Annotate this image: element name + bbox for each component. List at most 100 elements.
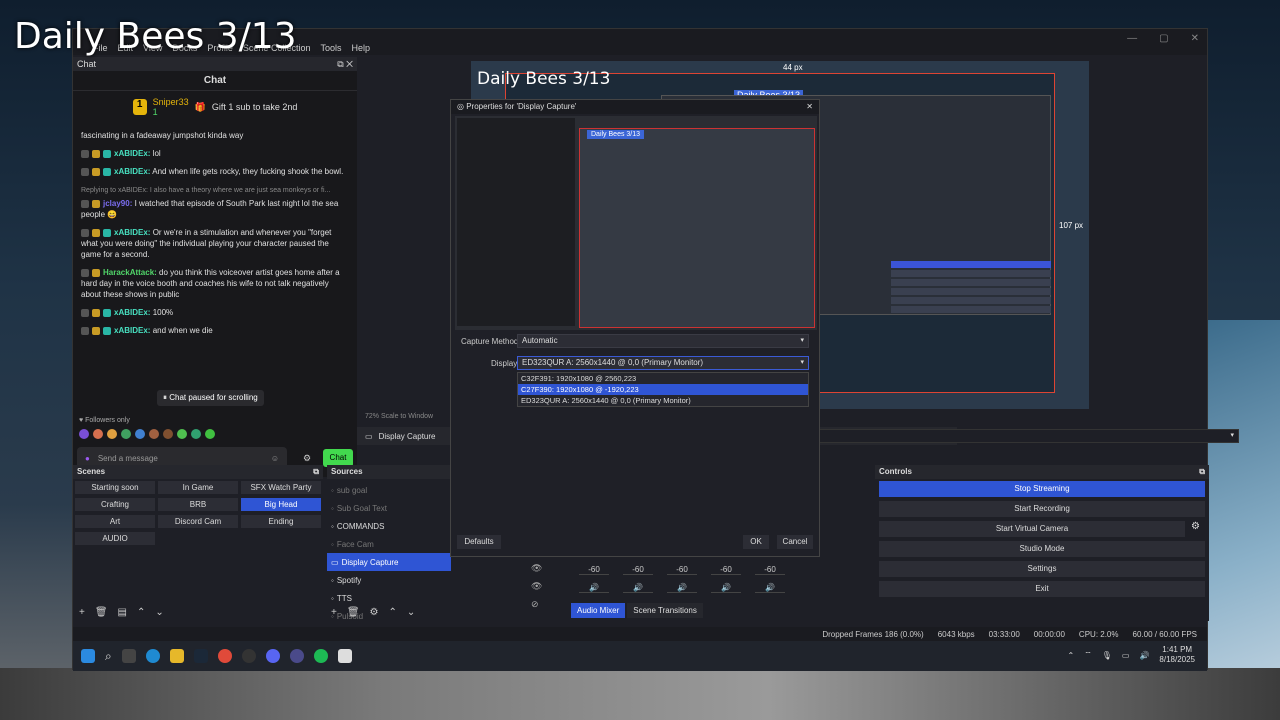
add-icon[interactable]: + xyxy=(79,607,85,618)
search-icon[interactable]: ⌕ xyxy=(105,649,112,664)
start-recording-button[interactable]: Start Recording xyxy=(879,501,1205,517)
float-icon[interactable]: ⧉ xyxy=(313,467,319,477)
source-sub-goal[interactable]: ◦ sub goal xyxy=(327,481,451,499)
source-display-capture[interactable]: ▭ Display Capture xyxy=(327,553,451,571)
minimize-icon[interactable]: — xyxy=(1127,33,1137,44)
menu-tools[interactable]: Tools xyxy=(320,43,341,53)
source-commands[interactable]: ◦ COMMANDS xyxy=(327,517,451,535)
ok-button[interactable]: OK xyxy=(743,535,769,549)
chat-settings-icon[interactable]: ⚙ xyxy=(303,453,311,464)
display-option-selected[interactable]: C27F390: 1920x1080 @ -1920,223 xyxy=(518,384,808,395)
emoji-icon[interactable]: ☺ xyxy=(271,454,279,463)
display-option[interactable]: C32F391: 1920x1080 @ 2560,223 xyxy=(518,373,808,384)
chevron-up-icon[interactable]: ⌃ xyxy=(1067,651,1074,660)
display-select[interactable]: ED323QUR A: 2560x1440 @ 0,0 (Primary Mon… xyxy=(517,356,809,370)
scene-crafting[interactable]: Crafting xyxy=(75,498,155,511)
task-view-icon[interactable] xyxy=(121,649,136,663)
chat-username[interactable]: xABIDEx: xyxy=(114,149,150,158)
speaker-icon[interactable]: 🔊 xyxy=(711,583,741,593)
preview-scale[interactable]: 72% Scale to Window xyxy=(365,413,433,420)
network-icon[interactable]: ⌔ xyxy=(1084,650,1092,660)
emote-icon[interactable] xyxy=(191,429,201,439)
source-face-cam[interactable]: ◦ Face Cam xyxy=(327,535,451,553)
virtual-camera-gear-icon[interactable]: ⚙ xyxy=(1191,521,1200,532)
scene-art[interactable]: Art xyxy=(75,515,155,528)
mic-icon[interactable]: ● xyxy=(85,454,90,463)
scene-starting-soon[interactable]: Starting soon xyxy=(75,481,155,494)
volume-icon[interactable]: 🔊 xyxy=(1139,651,1149,660)
defaults-button[interactable]: Defaults xyxy=(457,535,501,549)
add-icon[interactable]: + xyxy=(331,607,337,618)
scene-discord-cam[interactable]: Discord Cam xyxy=(158,515,238,528)
scene-in-game[interactable]: In Game xyxy=(158,481,238,494)
eye-icon[interactable]: 👁 xyxy=(531,559,542,577)
pinned-leaderboard[interactable]: 1 Sniper33 1 🎁 Gift 1 sub to take 2nd xyxy=(73,91,357,123)
studio-mode-button[interactable]: Studio Mode xyxy=(879,541,1205,557)
emote-icon[interactable] xyxy=(163,429,173,439)
chat-username[interactable]: xABIDEx: xyxy=(114,326,150,335)
scene-audio[interactable]: AUDIO xyxy=(75,532,155,545)
scene-sfx-watch-party[interactable]: SFX Watch Party xyxy=(241,481,321,494)
app-icon[interactable] xyxy=(289,649,304,663)
speaker-icon[interactable]: 🔊 xyxy=(755,583,785,593)
float-icon[interactable]: ⧉ xyxy=(337,59,343,69)
discord-icon[interactable] xyxy=(265,649,280,663)
exit-button[interactable]: Exit xyxy=(879,581,1205,597)
speaker-icon[interactable]: 🔊 xyxy=(667,583,697,593)
chat-username[interactable]: jclay90: xyxy=(103,199,132,208)
pinned-text[interactable]: Gift 1 sub to take 2nd xyxy=(212,102,298,112)
emote-icon[interactable] xyxy=(79,429,89,439)
tab-scene-transitions[interactable]: Scene Transitions xyxy=(627,603,703,618)
source-sub-goal-text[interactable]: ◦ Sub Goal Text xyxy=(327,499,451,517)
settings-button[interactable]: Settings xyxy=(879,561,1205,577)
scene-brb[interactable]: BRB xyxy=(158,498,238,511)
move-down-icon[interactable]: ⌄ xyxy=(155,607,163,618)
emote-icon[interactable] xyxy=(149,429,159,439)
chat-username[interactable]: xABIDEx: xyxy=(114,167,150,176)
maximize-icon[interactable]: ▢ xyxy=(1159,33,1168,44)
start-icon[interactable] xyxy=(81,649,95,663)
scene-big-head[interactable]: Big Head xyxy=(241,498,321,511)
chat-username[interactable]: xABIDEx: xyxy=(114,228,150,237)
edge-icon[interactable] xyxy=(145,649,160,663)
file-explorer-icon[interactable] xyxy=(169,649,184,663)
menu-help[interactable]: Help xyxy=(351,43,370,53)
float-icon[interactable]: ⧉ xyxy=(1199,467,1205,477)
eye-off-icon[interactable]: ⊘ xyxy=(531,595,542,613)
emote-icon[interactable] xyxy=(107,429,117,439)
emote-icon[interactable] xyxy=(93,429,103,439)
capture-method-select[interactable]: Automatic ▾ xyxy=(517,334,809,348)
display-option[interactable]: ED323QUR A: 2560x1440 @ 0,0 (Primary Mon… xyxy=(518,395,808,406)
chat-username[interactable]: xABIDEx: xyxy=(114,308,150,317)
close-icon[interactable]: ✕ xyxy=(806,102,813,112)
gear-icon[interactable]: ⚙ xyxy=(370,607,379,618)
clock[interactable]: 1:41 PM 8/18/2025 xyxy=(1159,645,1195,665)
tab-audio-mixer[interactable]: Audio Mixer xyxy=(571,603,626,618)
emote-icon[interactable] xyxy=(135,429,145,439)
source-tts[interactable]: ◦ TTS xyxy=(327,589,451,607)
chat-username[interactable]: HarackAttack: xyxy=(103,268,157,277)
emote-icon[interactable] xyxy=(205,429,215,439)
remove-icon[interactable]: 🗑 xyxy=(95,607,108,618)
speaker-icon[interactable]: 🔊 xyxy=(623,583,653,593)
mic-icon[interactable]: 🎙 xyxy=(1102,651,1112,660)
close-icon[interactable]: ✕ xyxy=(1191,33,1199,44)
remove-icon[interactable]: 🗑 xyxy=(347,607,360,618)
speaker-icon[interactable]: 🔊 xyxy=(579,583,609,593)
notepad-icon[interactable] xyxy=(337,649,352,663)
spotify-icon[interactable] xyxy=(313,649,328,663)
close-dock-icon[interactable]: ✕ xyxy=(346,59,353,69)
stop-streaming-button[interactable]: Stop Streaming xyxy=(879,481,1205,497)
filter-icon[interactable]: ▤ xyxy=(118,607,127,618)
move-up-icon[interactable]: ⌃ xyxy=(137,607,145,618)
chat-paused-button[interactable]: ⏸ Chat paused for scrolling xyxy=(157,390,264,406)
move-up-icon[interactable]: ⌃ xyxy=(389,607,397,618)
display-icon[interactable]: ▭ xyxy=(1122,651,1130,660)
chrome-icon[interactable] xyxy=(217,649,232,663)
emote-icon[interactable] xyxy=(121,429,131,439)
start-virtual-camera-button[interactable]: Start Virtual Camera xyxy=(879,521,1185,537)
steam-icon[interactable] xyxy=(193,649,208,663)
move-down-icon[interactable]: ⌄ xyxy=(407,607,415,618)
eye-icon[interactable]: 👁 xyxy=(531,577,542,595)
source-spotify[interactable]: ◦ Spotify xyxy=(327,571,451,589)
